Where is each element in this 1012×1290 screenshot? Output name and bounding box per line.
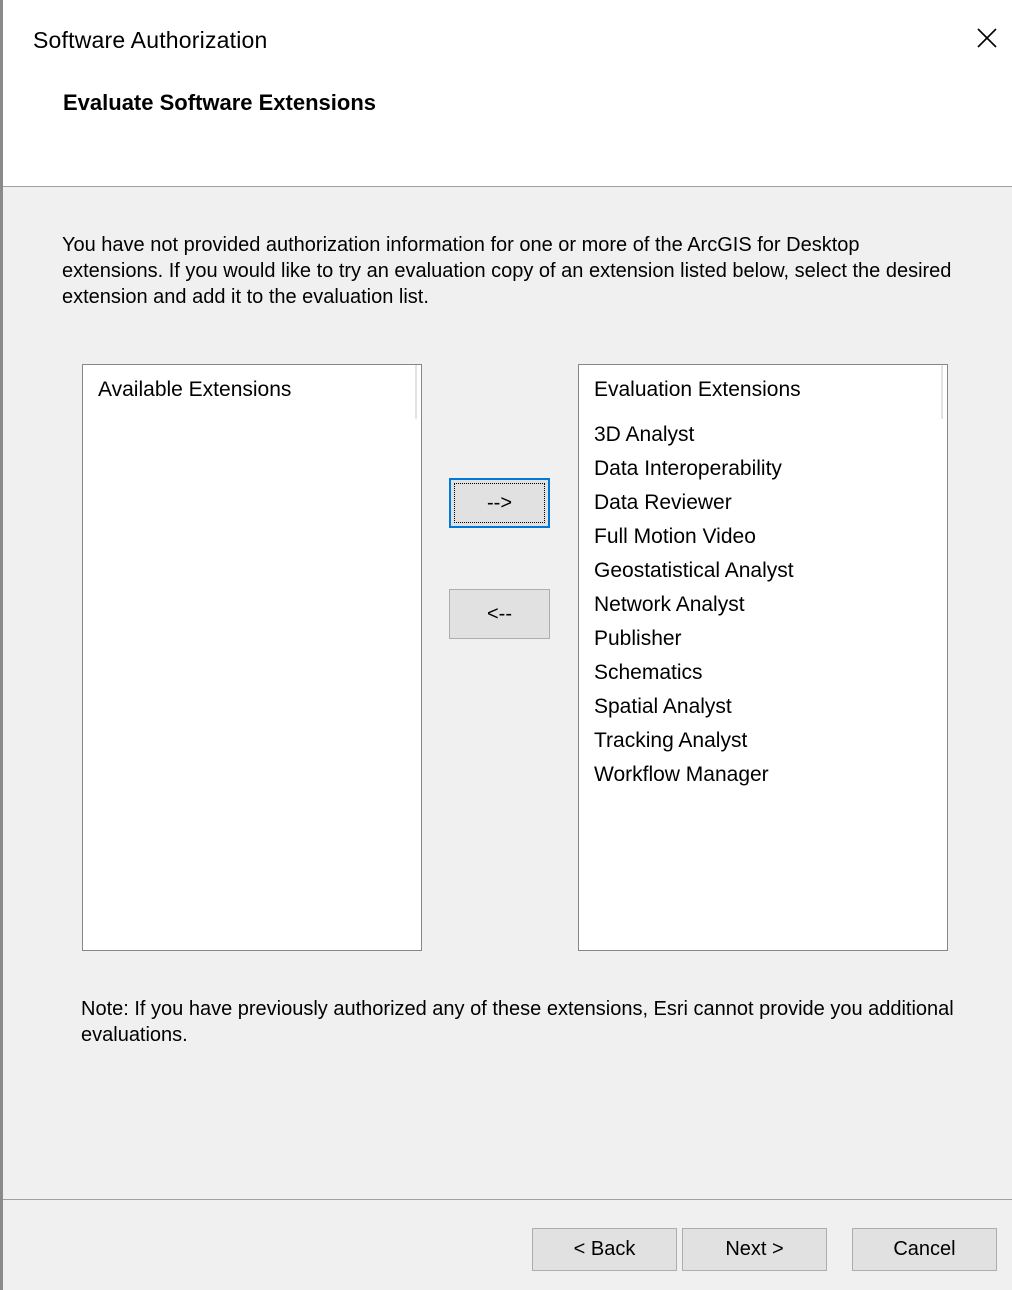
next-button[interactable]: Next > (682, 1228, 827, 1271)
window-title: Software Authorization (33, 27, 268, 53)
cancel-button[interactable]: Cancel (852, 1228, 997, 1271)
footer-divider (3, 1199, 1012, 1200)
intro-description: You have not provided authorization info… (62, 234, 952, 308)
list-item[interactable]: Schematics (579, 656, 794, 690)
page-title: Evaluate Software Extensions (63, 90, 376, 115)
close-button[interactable] (967, 18, 1007, 58)
remove-from-evaluation-label: <-- (487, 602, 512, 625)
focus-ring (454, 483, 545, 523)
available-extensions-list[interactable]: Available Extensions (82, 364, 422, 951)
next-button-label: Next > (725, 1238, 784, 1260)
list-item[interactable]: 3D Analyst (579, 418, 794, 452)
list-item[interactable]: Spatial Analyst (579, 690, 794, 724)
wizard-header: Evaluate Software Extensions (3, 80, 1012, 187)
back-button-label: < Back (573, 1238, 636, 1260)
evaluation-extensions-items: 3D Analyst Data Interoperability Data Revi… (579, 418, 794, 792)
evaluation-extensions-list[interactable]: Evaluation Extensions 3D Analyst Data Int… (578, 364, 948, 951)
list-item[interactable]: Geostatistical Analyst (579, 554, 794, 588)
list-item[interactable]: Publisher (579, 622, 794, 656)
cancel-button-label: Cancel (893, 1238, 956, 1260)
list-item[interactable]: Workflow Manager (579, 758, 794, 792)
list-item[interactable]: Full Motion Video (579, 520, 794, 554)
available-extensions-header: Available Extensions (83, 365, 417, 419)
back-button[interactable]: < Back (532, 1228, 677, 1271)
list-item[interactable]: Data Reviewer (579, 486, 794, 520)
list-item[interactable]: Network Analyst (579, 588, 794, 622)
evaluation-extensions-header: Evaluation Extensions (579, 365, 943, 419)
list-item[interactable]: Data Interoperability (579, 452, 794, 486)
title-bar: Software Authorization (3, 0, 1012, 80)
list-item[interactable]: Tracking Analyst (579, 724, 794, 758)
close-icon (977, 28, 997, 48)
add-to-evaluation-button[interactable]: --> (449, 478, 550, 528)
note-text: Note: If you have previously authorized … (81, 998, 954, 1046)
remove-from-evaluation-button[interactable]: <-- (449, 589, 550, 639)
software-authorization-dialog: Software Authorization Evaluate Software… (3, 0, 1012, 1290)
